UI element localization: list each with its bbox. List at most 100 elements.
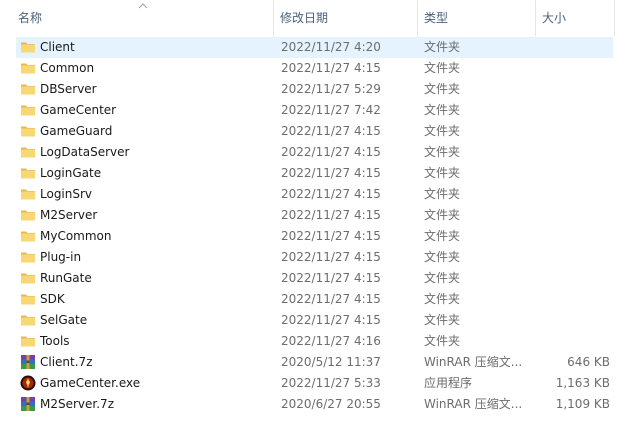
file-date: 2022/11/27 4:15 (281, 166, 381, 180)
file-name: Client (40, 40, 75, 54)
column-header-name[interactable]: 名称 (0, 0, 274, 36)
file-name: GameCenter (40, 103, 117, 117)
winrar-archive-icon (20, 354, 36, 370)
file-date: 2022/11/27 4:15 (281, 271, 381, 285)
file-row[interactable]: Plug-in 2022/11/27 4:15 文件夹 (0, 247, 640, 268)
folder-icon (20, 228, 36, 244)
file-type: 应用程序 (424, 376, 473, 390)
file-name: M2Server.7z (40, 397, 114, 411)
file-type: 文件夹 (424, 124, 461, 138)
file-date: 2022/11/27 4:15 (281, 124, 381, 138)
file-name: Tools (40, 334, 70, 348)
file-name: Client.7z (40, 355, 93, 369)
folder-icon (20, 123, 36, 139)
file-name: LoginSrv (40, 187, 93, 201)
file-name: RunGate (40, 271, 92, 285)
file-row[interactable]: LoginSrv 2022/11/27 4:15 文件夹 (0, 184, 640, 205)
file-type: WinRAR 压缩文... (424, 397, 523, 411)
file-row[interactable]: RunGate 2022/11/27 4:15 文件夹 (0, 268, 640, 289)
file-type: 文件夹 (424, 334, 461, 348)
file-name: DBServer (40, 82, 97, 96)
file-row[interactable]: MyCommon 2022/11/27 4:15 文件夹 (0, 226, 640, 247)
file-row[interactable]: SelGate 2022/11/27 4:15 文件夹 (0, 310, 640, 331)
file-date: 2022/11/27 4:15 (281, 187, 381, 201)
file-type: 文件夹 (424, 187, 461, 201)
column-header: 名称 修改日期 类型 大小 (0, 0, 640, 36)
file-date: 2022/11/27 4:15 (281, 292, 381, 306)
file-name: Common (40, 61, 95, 75)
file-size: 1,109 KB (555, 397, 610, 411)
file-type: 文件夹 (424, 271, 461, 285)
folder-icon (20, 81, 36, 97)
file-date: 2022/11/27 4:15 (281, 61, 381, 75)
file-type: 文件夹 (424, 82, 461, 96)
file-date: 2022/11/27 4:15 (281, 145, 381, 159)
file-row[interactable]: SDK 2022/11/27 4:15 文件夹 (0, 289, 640, 310)
file-type: 文件夹 (424, 250, 461, 264)
file-date: 2020/6/27 20:55 (281, 397, 381, 411)
file-row[interactable]: Common 2022/11/27 4:15 文件夹 (0, 58, 640, 79)
file-name: SelGate (40, 313, 88, 327)
folder-icon (20, 270, 36, 286)
file-date: 2022/11/27 4:15 (281, 313, 381, 327)
folder-icon (20, 102, 36, 118)
file-row[interactable]: M2Server.7z 2020/6/27 20:55 WinRAR 压缩文... 1… (0, 394, 640, 415)
file-name: LoginGate (40, 166, 102, 180)
column-header-name-label: 名称 (18, 11, 43, 25)
file-row[interactable]: Client 2022/11/27 4:20 文件夹 (0, 37, 640, 58)
file-type: WinRAR 压缩文... (424, 355, 523, 369)
column-header-date[interactable]: 修改日期 (274, 0, 418, 36)
file-row[interactable]: GameCenter.exe 2022/11/27 5:33 应用程序 1,163 K… (0, 373, 640, 394)
file-row[interactable]: DBServer 2022/11/27 5:29 文件夹 (0, 79, 640, 100)
file-type: 文件夹 (424, 103, 461, 117)
file-row[interactable]: GameCenter 2022/11/27 7:42 文件夹 (0, 100, 640, 121)
folder-icon (20, 186, 36, 202)
file-date: 2022/11/27 4:15 (281, 229, 381, 243)
file-date: 2022/11/27 4:15 (281, 250, 381, 264)
file-type: 文件夹 (424, 145, 461, 159)
file-name: GameCenter.exe (40, 376, 141, 390)
file-name: LogDataServer (40, 145, 130, 159)
file-name: MyCommon (40, 229, 112, 243)
file-name: GameGuard (40, 124, 113, 138)
file-size: 646 KB (567, 355, 610, 369)
file-row[interactable]: M2Server 2022/11/27 4:15 文件夹 (0, 205, 640, 226)
file-name: M2Server (40, 208, 98, 222)
column-header-date-label: 修改日期 (280, 11, 329, 25)
application-icon (20, 375, 36, 391)
folder-icon (20, 291, 36, 307)
folder-icon (20, 60, 36, 76)
file-date: 2022/11/27 7:42 (281, 103, 381, 117)
file-type: 文件夹 (424, 229, 461, 243)
file-type: 文件夹 (424, 313, 461, 327)
sort-ascending-icon (138, 3, 148, 9)
file-row[interactable]: Tools 2022/11/27 4:16 文件夹 (0, 331, 640, 352)
file-row[interactable]: LogDataServer 2022/11/27 4:15 文件夹 (0, 142, 640, 163)
file-type: 文件夹 (424, 292, 461, 306)
winrar-archive-icon (20, 396, 36, 412)
folder-icon (20, 39, 36, 55)
column-header-type[interactable]: 类型 (418, 0, 536, 36)
file-date: 2022/11/27 4:15 (281, 208, 381, 222)
column-header-size-label: 大小 (542, 11, 567, 25)
folder-icon (20, 144, 36, 160)
file-row[interactable]: GameGuard 2022/11/27 4:15 文件夹 (0, 121, 640, 142)
file-type: 文件夹 (424, 40, 461, 54)
file-date: 2022/11/27 5:33 (281, 376, 381, 390)
folder-icon (20, 249, 36, 265)
folder-icon (20, 333, 36, 349)
file-type: 文件夹 (424, 61, 461, 75)
folder-icon (20, 165, 36, 181)
file-name: Plug-in (40, 250, 82, 264)
file-list: Client 2022/11/27 4:20 文件夹 Common 2022/11/27… (0, 37, 640, 415)
file-size: 1,163 KB (555, 376, 610, 390)
column-header-size[interactable]: 大小 (536, 0, 615, 36)
folder-icon (20, 207, 36, 223)
file-row[interactable]: LoginGate 2022/11/27 4:15 文件夹 (0, 163, 640, 184)
file-type: 文件夹 (424, 208, 461, 222)
file-name: SDK (40, 292, 65, 306)
file-date: 2022/11/27 4:16 (281, 334, 381, 348)
folder-icon (20, 312, 36, 328)
column-header-type-label: 类型 (424, 11, 449, 25)
file-row[interactable]: Client.7z 2020/5/12 11:37 WinRAR 压缩文... 646… (0, 352, 640, 373)
